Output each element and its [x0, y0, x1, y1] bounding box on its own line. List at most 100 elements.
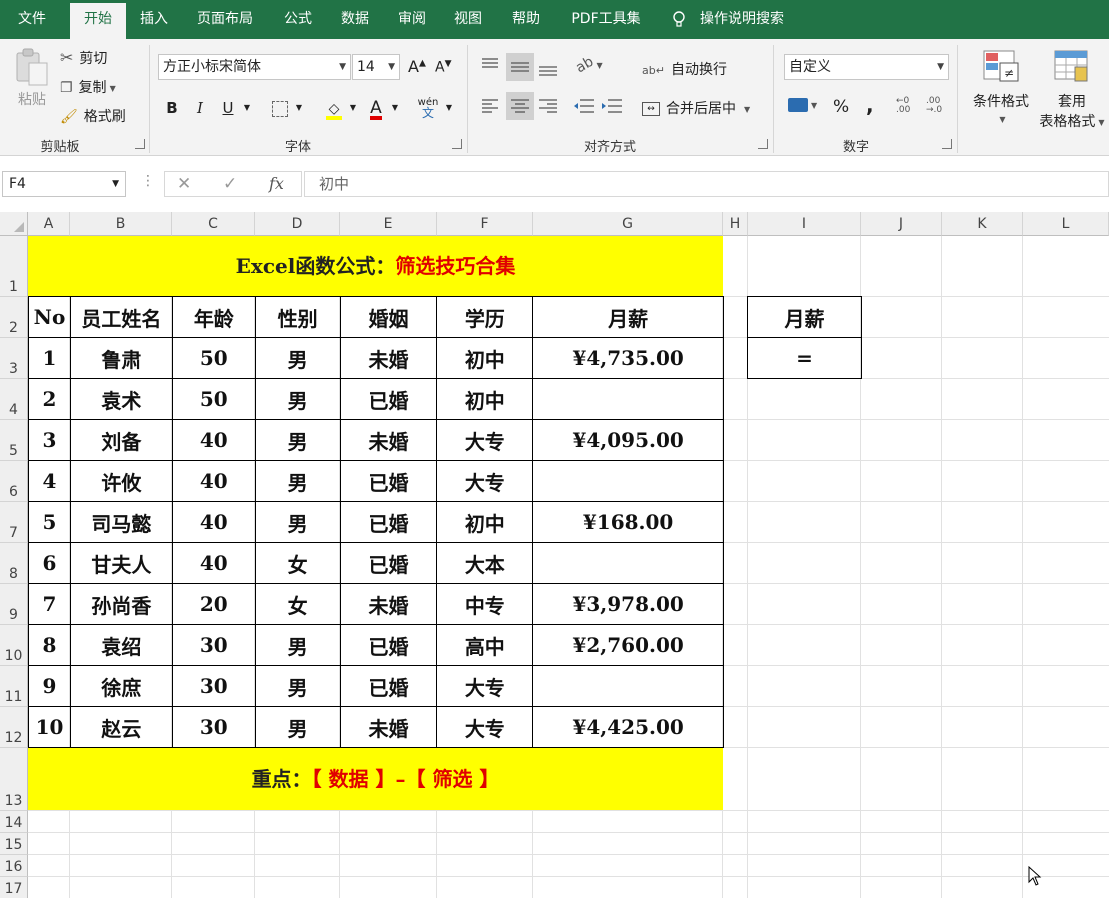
- decrease-decimal-button[interactable]: .00 →.0: [926, 97, 942, 115]
- cell-name[interactable]: 袁绍: [69, 624, 173, 666]
- cell-salary[interactable]: ¥4,095.00: [532, 419, 724, 461]
- chevron-down-icon[interactable]: ▼: [292, 97, 306, 119]
- row-header-12[interactable]: 12: [0, 707, 28, 748]
- cell-marital[interactable]: 已婚: [339, 501, 438, 543]
- cell-no[interactable]: 7: [28, 583, 71, 625]
- insert-function-button[interactable]: fx: [269, 172, 284, 196]
- format-painter-button[interactable]: 🖌 格式刷: [60, 106, 126, 126]
- cell-education[interactable]: 大专: [436, 665, 534, 707]
- row-header-3[interactable]: 3: [0, 338, 28, 379]
- sheet-title-cell[interactable]: Excel函数公式：筛选技巧合集: [28, 236, 723, 297]
- cell-education[interactable]: 初中: [436, 337, 534, 379]
- cut-button[interactable]: ✂ 剪切: [60, 48, 107, 68]
- column-header-b[interactable]: B: [70, 212, 172, 236]
- cell-age[interactable]: 50: [171, 337, 256, 379]
- sheet-footer-cell[interactable]: 重点：【 数据 】–【 筛选 】: [28, 748, 723, 810]
- font-name-combo[interactable]: 方正小标宋简体 ▼: [158, 54, 351, 80]
- tab-home[interactable]: 开始: [70, 3, 126, 39]
- cell-no[interactable]: 3: [28, 419, 71, 461]
- cell-marital[interactable]: 未婚: [339, 706, 438, 748]
- column-header-k[interactable]: K: [942, 212, 1023, 236]
- chevron-down-icon[interactable]: ▼: [388, 97, 402, 119]
- cell-no[interactable]: 2: [28, 378, 71, 420]
- column-header-g[interactable]: G: [533, 212, 723, 236]
- worksheet-grid[interactable]: A B C D E F G H I J K L 1 2 3 4 5 6 7 8 …: [0, 212, 1109, 898]
- increase-decimal-button[interactable]: ←0.00: [896, 97, 910, 115]
- cell-no[interactable]: 10: [28, 706, 71, 748]
- underline-button[interactable]: U: [218, 97, 238, 119]
- row-header-10[interactable]: 10: [0, 625, 28, 666]
- row-header-14[interactable]: 14: [0, 811, 28, 833]
- cell-age[interactable]: 40: [171, 460, 256, 502]
- row-header-6[interactable]: 6: [0, 461, 28, 502]
- cell-name[interactable]: 孙尚香: [69, 583, 173, 625]
- column-header-a[interactable]: A: [28, 212, 70, 236]
- border-button[interactable]: [268, 97, 292, 119]
- cell-no[interactable]: 1: [28, 337, 71, 379]
- cell-salary[interactable]: [532, 542, 724, 584]
- header-cell-marital[interactable]: 婚姻: [339, 296, 438, 338]
- copy-button[interactable]: ❐ 复制 ▼: [60, 77, 116, 97]
- font-size-combo[interactable]: 14 ▼: [352, 54, 400, 80]
- cell-education[interactable]: 初中: [436, 378, 534, 420]
- row-header-2[interactable]: 2: [0, 297, 28, 338]
- cell-education[interactable]: 高中: [436, 624, 534, 666]
- cell-salary[interactable]: ¥168.00: [532, 501, 724, 543]
- cell-salary[interactable]: ¥4,735.00: [532, 337, 724, 379]
- cell-age[interactable]: 40: [171, 501, 256, 543]
- cell-age[interactable]: 30: [171, 624, 256, 666]
- column-header-i[interactable]: I: [748, 212, 861, 236]
- cell-no[interactable]: 9: [28, 665, 71, 707]
- tab-page-layout[interactable]: 页面布局: [186, 0, 264, 39]
- row-header-15[interactable]: 15: [0, 833, 28, 855]
- paste-button[interactable]: 粘贴: [10, 47, 54, 109]
- cell-name[interactable]: 徐庶: [69, 665, 173, 707]
- cell-no[interactable]: 6: [28, 542, 71, 584]
- cell-salary[interactable]: [532, 665, 724, 707]
- cell-education[interactable]: 初中: [436, 501, 534, 543]
- tab-formulas[interactable]: 公式: [272, 0, 324, 39]
- format-as-table-button[interactable]: 套用 表格格式 ▼: [1036, 49, 1108, 131]
- cell-marital[interactable]: 已婚: [339, 460, 438, 502]
- header-cell-age[interactable]: 年龄: [171, 296, 256, 338]
- cell-name[interactable]: 刘备: [69, 419, 173, 461]
- vertical-align-buttons[interactable]: [478, 53, 564, 81]
- percent-button[interactable]: %: [833, 97, 849, 117]
- font-color-button[interactable]: A: [364, 97, 388, 120]
- tab-review[interactable]: 审阅: [388, 0, 436, 39]
- formula-input[interactable]: 初中: [304, 171, 1109, 197]
- cell-name[interactable]: 鲁肃: [69, 337, 173, 379]
- cell-education[interactable]: 大专: [436, 419, 534, 461]
- tab-pdf-tools[interactable]: PDF工具集: [560, 0, 652, 39]
- cell-salary[interactable]: ¥2,760.00: [532, 624, 724, 666]
- cancel-entry-icon[interactable]: ✕: [177, 172, 191, 196]
- cell-name[interactable]: 司马懿: [69, 501, 173, 543]
- row-header-17[interactable]: 17: [0, 877, 28, 898]
- header-cell-salary[interactable]: 月薪: [532, 296, 724, 338]
- cell-age[interactable]: 30: [171, 706, 256, 748]
- cell-name[interactable]: 甘夫人: [69, 542, 173, 584]
- indent-buttons[interactable]: [572, 96, 628, 116]
- cell-education[interactable]: 中专: [436, 583, 534, 625]
- cell-marital[interactable]: 已婚: [339, 665, 438, 707]
- cell-gender[interactable]: 男: [254, 337, 341, 379]
- header-cell-no[interactable]: No: [28, 296, 71, 338]
- column-header-f[interactable]: F: [437, 212, 533, 236]
- cell-gender[interactable]: 男: [254, 624, 341, 666]
- chevron-down-icon[interactable]: ▼: [240, 97, 254, 119]
- cell-gender[interactable]: 男: [254, 665, 341, 707]
- cell-marital[interactable]: 已婚: [339, 542, 438, 584]
- header-cell-name[interactable]: 员工姓名: [69, 296, 173, 338]
- fill-color-button[interactable]: ◇: [322, 97, 346, 120]
- cell-salary[interactable]: [532, 378, 724, 420]
- alignment-launcher-icon[interactable]: [758, 139, 768, 149]
- conditional-formatting-button[interactable]: ≠ 条件格式 ▼: [968, 49, 1034, 124]
- wrap-text-button[interactable]: ab↵ 自动换行: [642, 59, 727, 79]
- tell-me-search[interactable]: 操作说明搜索: [672, 0, 784, 39]
- cell-age[interactable]: 50: [171, 378, 256, 420]
- decrease-font-button[interactable]: A▼: [435, 59, 452, 76]
- column-header-e[interactable]: E: [340, 212, 437, 236]
- row-header-11[interactable]: 11: [0, 666, 28, 707]
- cell-marital[interactable]: 已婚: [339, 624, 438, 666]
- cell-gender[interactable]: 男: [254, 378, 341, 420]
